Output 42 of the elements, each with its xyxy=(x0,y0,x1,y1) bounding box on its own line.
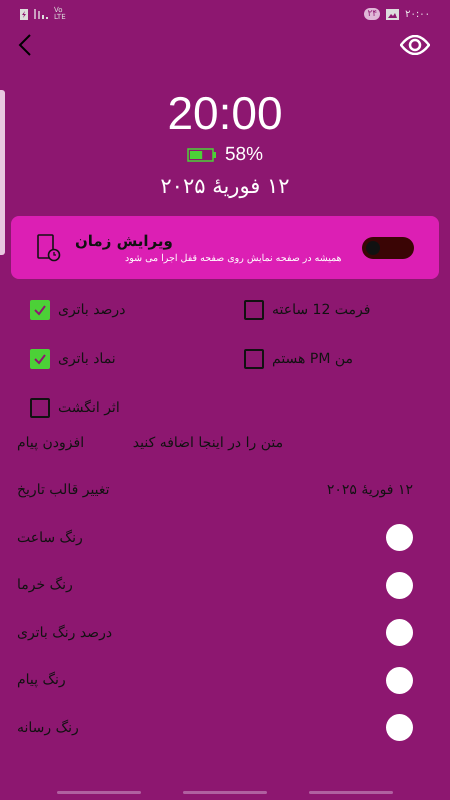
date-format-label: تغییر قالب تاریخ xyxy=(17,482,110,498)
checkbox[interactable] xyxy=(244,349,264,369)
color-swatch[interactable] xyxy=(386,714,413,742)
message-label: افزودن پیام xyxy=(17,434,84,451)
color-label: رنگ خرما xyxy=(17,577,73,594)
color-label: رنگ ساعت xyxy=(17,530,83,546)
card-subtitle: همیشه در صفحه نمایش روی صفحه قفل اجرا می شود xyxy=(125,252,342,264)
battery-percent: 58% xyxy=(224,144,264,166)
signal-icon xyxy=(34,9,48,19)
back-icon[interactable] xyxy=(18,34,32,56)
option-label: فرمت 12 ساعته xyxy=(272,302,370,318)
phone-clock-icon xyxy=(37,234,61,262)
checkmark-icon xyxy=(33,353,47,365)
notification-badge: ۲۴ xyxy=(364,8,380,20)
color-label: رنگ رسانه xyxy=(17,720,79,736)
color-swatch[interactable] xyxy=(386,619,413,646)
color-swatch[interactable] xyxy=(386,666,413,694)
clock-date: ۱۲ فوریهٔ ۲۰۲۵ xyxy=(159,174,291,198)
card-title: ویرایش زمان xyxy=(75,232,173,250)
option-label: نماد باتری xyxy=(58,351,116,367)
color-swatch[interactable] xyxy=(386,524,413,552)
checkbox[interactable] xyxy=(30,349,50,369)
color-label: رنگ پیام xyxy=(17,672,66,688)
image-icon xyxy=(386,8,400,20)
option-label: من PM هستم xyxy=(272,351,354,367)
eye-icon[interactable] xyxy=(400,35,430,55)
checkmark-icon xyxy=(33,304,47,316)
battery-icon xyxy=(186,148,217,162)
date-format-value[interactable]: ۱۲ فوریهٔ ۲۰۲۵ xyxy=(326,482,413,498)
message-field[interactable]: متن را در اینجا اضافه کنید xyxy=(108,434,284,451)
checkbox[interactable] xyxy=(30,398,50,418)
battery-charging-icon xyxy=(20,8,28,20)
checkbox[interactable] xyxy=(244,300,264,320)
status-time: ۲۰:۰۰ xyxy=(405,8,430,20)
toggle-switch[interactable] xyxy=(362,236,414,258)
option-label: اثر انگشت xyxy=(58,400,120,416)
clock-time: 20:00 xyxy=(166,86,284,140)
color-swatch[interactable] xyxy=(386,572,413,599)
color-label: درصد رنگ باتری xyxy=(17,624,112,641)
option-label: درصد باتری xyxy=(58,302,126,318)
edge-handle[interactable] xyxy=(0,90,5,255)
checkbox[interactable] xyxy=(30,300,50,320)
